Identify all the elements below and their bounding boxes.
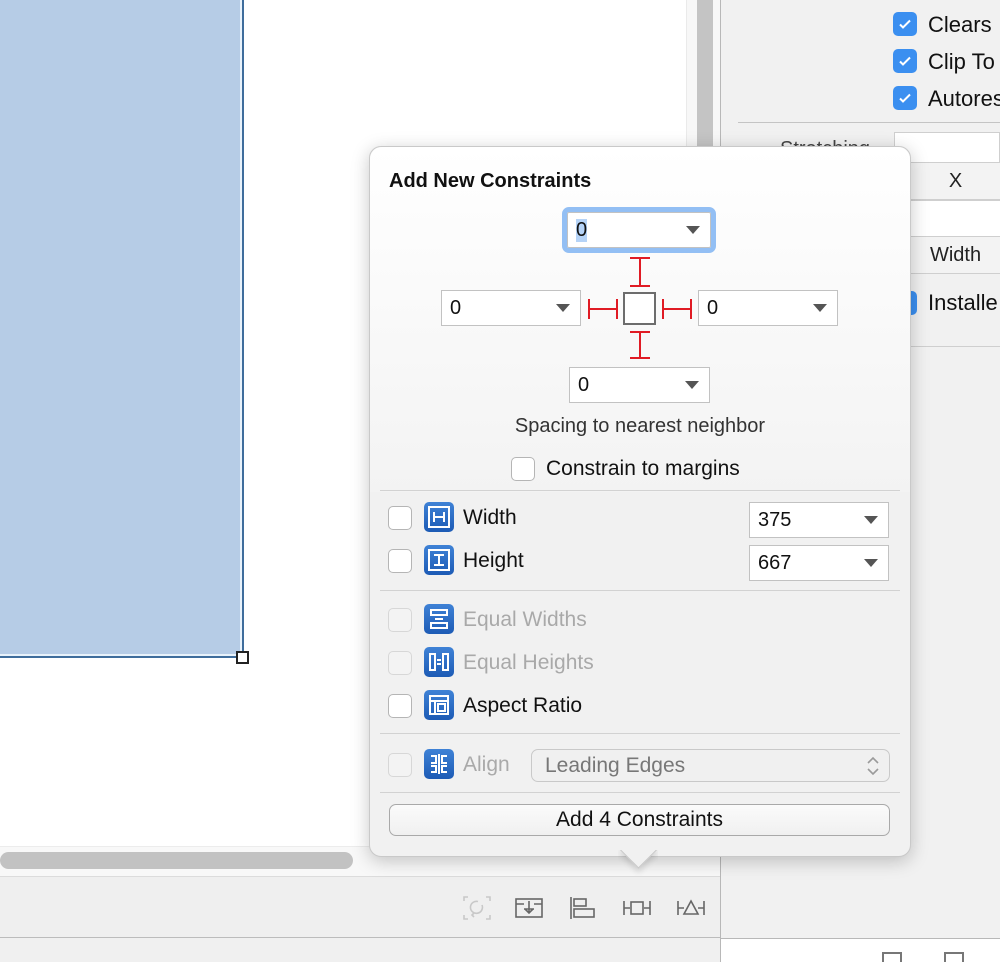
height-checkbox[interactable] xyxy=(388,549,412,573)
popover-divider xyxy=(380,733,900,734)
stretching-value-cell[interactable] xyxy=(911,200,1000,238)
checkmark-icon xyxy=(899,19,911,29)
chevron-down-icon[interactable] xyxy=(686,226,700,234)
clears-checkbox[interactable] xyxy=(893,12,917,36)
align-icon[interactable] xyxy=(568,894,598,922)
trailing-strut-icon[interactable] xyxy=(661,297,693,321)
width-constraint-icon xyxy=(424,502,454,532)
equal-widths-icon xyxy=(424,604,454,634)
checkmark-icon xyxy=(899,93,911,103)
canvas-status-bar xyxy=(0,937,720,962)
constrain-to-margins-checkbox[interactable] xyxy=(511,457,535,481)
update-frames-icon[interactable] xyxy=(462,894,492,922)
canvas-bottom-toolbar xyxy=(0,876,720,938)
align-checkbox[interactable] xyxy=(388,753,412,777)
align-type-select[interactable]: Leading Edges xyxy=(531,749,890,782)
trailing-spacing-value[interactable]: 0 xyxy=(707,297,718,320)
equal-heights-icon xyxy=(424,647,454,677)
aspect-ratio-icon xyxy=(424,690,454,720)
chevron-down-icon[interactable] xyxy=(556,304,570,312)
bottom-strut-icon[interactable] xyxy=(628,330,652,360)
height-label: Height xyxy=(463,549,524,572)
width-column-label: Width xyxy=(911,236,1000,274)
checkmark-icon xyxy=(899,56,911,66)
chevron-down-icon[interactable] xyxy=(864,559,878,567)
inspector-row-divider xyxy=(911,346,1000,347)
popover-divider xyxy=(380,792,900,793)
clip-to-bounds-checkbox[interactable] xyxy=(893,49,917,73)
bottom-spacing-combo[interactable]: 0 xyxy=(569,367,710,403)
horizontal-scrollbar-thumb[interactable] xyxy=(0,852,353,869)
resolve-issues-icon[interactable] xyxy=(676,894,706,922)
object-library-icon[interactable] xyxy=(944,952,964,962)
equal-heights-checkbox[interactable] xyxy=(388,651,412,675)
trailing-spacing-combo[interactable]: 0 xyxy=(698,290,838,326)
width-checkbox[interactable] xyxy=(388,506,412,530)
aspect-ratio-checkbox[interactable] xyxy=(388,694,412,718)
bottom-spacing-value[interactable]: 0 xyxy=(578,374,589,397)
width-value[interactable]: 375 xyxy=(758,509,791,532)
vertical-scrollbar-thumb[interactable] xyxy=(697,0,713,146)
align-constraint-icon xyxy=(424,749,454,779)
equal-heights-label: Equal Heights xyxy=(463,651,594,674)
popover-divider xyxy=(380,590,900,591)
top-strut-icon[interactable] xyxy=(628,256,652,288)
file-template-icon[interactable] xyxy=(882,952,902,962)
constraint-target-box xyxy=(623,292,656,325)
embed-in-stack-icon[interactable] xyxy=(514,894,544,922)
align-label: Align xyxy=(463,753,510,776)
selected-view[interactable] xyxy=(0,0,244,658)
resize-handle[interactable] xyxy=(236,651,249,664)
installed-label: Installe xyxy=(928,290,998,315)
leading-strut-icon[interactable] xyxy=(587,297,619,321)
autoresize-label: Autores xyxy=(928,86,1000,111)
chevron-down-icon[interactable] xyxy=(685,381,699,389)
x-column-label: X xyxy=(911,162,1000,200)
width-label: Width xyxy=(463,506,517,529)
aspect-ratio-label: Aspect Ratio xyxy=(463,694,583,717)
popover-divider xyxy=(380,490,900,491)
align-type-value: Leading Edges xyxy=(545,753,686,777)
top-spacing-combo[interactable]: 0 xyxy=(562,207,716,253)
constrain-to-margins-label: Constrain to margins xyxy=(546,457,740,480)
autoresize-checkbox[interactable] xyxy=(893,86,917,110)
popover-title: Add New Constraints xyxy=(389,170,592,192)
chevron-down-icon[interactable] xyxy=(813,304,827,312)
leading-spacing-value[interactable]: 0 xyxy=(450,297,461,320)
clears-label: Clears xyxy=(928,12,992,37)
clip-to-bounds-label: Clip To xyxy=(928,49,995,74)
popover-arrow xyxy=(618,850,658,884)
width-value-combo[interactable]: 375 xyxy=(749,502,889,538)
inspector-divider xyxy=(738,122,1000,123)
height-value-combo[interactable]: 667 xyxy=(749,545,889,581)
equal-widths-checkbox[interactable] xyxy=(388,608,412,632)
add-constraints-button[interactable]: Add 4 Constraints xyxy=(389,804,890,836)
equal-widths-label: Equal Widths xyxy=(463,608,587,631)
chevron-down-icon[interactable] xyxy=(864,516,878,524)
top-spacing-value[interactable]: 0 xyxy=(576,218,588,242)
height-constraint-icon xyxy=(424,545,454,575)
pin-icon[interactable] xyxy=(622,894,652,922)
leading-spacing-combo[interactable]: 0 xyxy=(441,290,581,326)
height-value[interactable]: 667 xyxy=(758,552,791,575)
updown-chevron-icon xyxy=(867,756,879,776)
spacing-caption: Spacing to nearest neighbor xyxy=(514,415,766,437)
